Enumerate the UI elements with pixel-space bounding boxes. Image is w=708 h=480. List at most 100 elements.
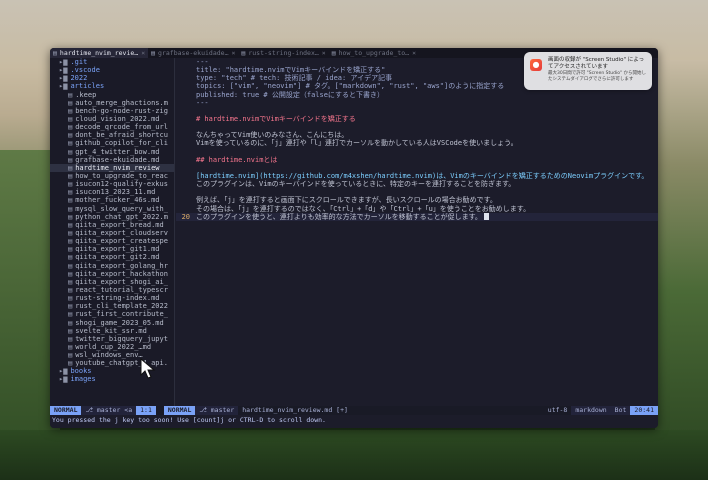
tree-file[interactable]: ▤ qiita_export_git1.md [50, 245, 174, 253]
close-icon[interactable]: × [322, 49, 326, 57]
tree-item-label: auto_merge_ghactions.m [75, 98, 168, 107]
tree-file[interactable]: ▤ qiita_export_git2.md [50, 253, 174, 261]
command-line-message[interactable]: You pressed the j key too soon! Use [cou… [50, 415, 658, 428]
tree-file[interactable]: ▤ grafbase-ekuidade.md [50, 156, 174, 164]
tree-file[interactable]: ▤ qiita_export_golang_hr [50, 262, 174, 270]
line-text: このプラグインは、Vimのキーバインドを使っているときに、特定のキーを連打するこ… [196, 180, 516, 189]
tree-file[interactable]: ▤ auto_merge_ghactions.m [50, 99, 174, 107]
tree-file[interactable]: ▤ twitter_bigquery_jupyt [50, 335, 174, 343]
tree-item-label: qiita_export_createspe [75, 237, 168, 246]
tree-folder[interactable]: ▸▆ 2022 [50, 74, 174, 82]
tree-item-label: qiita_export_golang_hr [75, 261, 168, 270]
tree-file[interactable]: ▤ qiita_export_hackathon [50, 270, 174, 278]
buffer-tab-label: grafbase-ekuidade… [158, 49, 229, 57]
buffer-tab[interactable]: ▤ grafbase-ekuidade… × [148, 48, 238, 58]
file-icon: ▤ [331, 49, 336, 57]
editor-line[interactable] [176, 164, 658, 172]
file-icon: ▤ [68, 131, 73, 140]
editor-line[interactable]: Vimを使っているのに、「j」連打や「l」連打でカーソルを動かしている人はVSC… [176, 139, 658, 147]
tree-file[interactable]: ▤ mother_fucker_46s.md [50, 196, 174, 204]
editor-pane[interactable]: --- title: "hardtime.nvimでVimキーバインドを矯正する"… [176, 58, 658, 406]
git-branch-icon: ⎇ [199, 406, 211, 414]
cursor-position: 20:41 [630, 406, 658, 415]
tree-file[interactable]: ▤ qiita_export_bread.md [50, 221, 174, 229]
close-icon[interactable]: × [141, 49, 145, 57]
tree-folder[interactable]: ▸▆ .git [50, 58, 174, 66]
tree-file[interactable]: ▤ rust-string-index.md [50, 294, 174, 302]
tree-item-label: wsl_windows_env… [75, 351, 143, 360]
line-text: このプラグインを使うと、連打よりも効率的な方法でカーソルを移動することが促します… [196, 212, 482, 221]
editor-line[interactable] [176, 148, 658, 156]
tree-item-label: .git [70, 58, 88, 66]
editor-line[interactable]: なんちゃってVim使いのみなさん、こんにちは。 [176, 131, 658, 139]
editor-line[interactable]: ## hardtime.nvimとは [176, 156, 658, 164]
screen-recording-notification[interactable]: ● 画面の収録が "Screen Studio" によってアクセスされています … [524, 52, 652, 90]
editor-line[interactable]: [hardtime.nvim](https://github.com/m4xsh… [176, 172, 658, 180]
tree-item-label: rust_cli_template_2022 [75, 302, 168, 311]
file-icon: ▤ [68, 245, 73, 254]
buffer-tab[interactable]: ▤ how_to_upgrade_to… × [329, 48, 419, 58]
file-icon: ▤ [68, 269, 73, 278]
editor-line[interactable]: --- [176, 99, 658, 107]
tree-file[interactable]: ▤ .keep [50, 91, 174, 99]
tree-file[interactable]: ▤ python_chat_gpt_2022.m [50, 213, 174, 221]
tree-file[interactable]: ▤ how_to_upgrade_to_reac [50, 172, 174, 180]
folder-icon: ▸▆ [59, 74, 68, 83]
tree-file[interactable]: ▤ qiita_export_cloudserv [50, 229, 174, 237]
wallpaper-hill-right [655, 60, 708, 480]
editor-line[interactable] [176, 123, 658, 131]
tree-file[interactable]: ▤ shogi_game_2023_05.md [50, 319, 174, 327]
editor-line[interactable]: 例えば、「j」を連打すると画面下にスクロールできますが、長いスクロールの場合お勧… [176, 196, 658, 204]
text-cursor [483, 213, 489, 221]
editor-line[interactable]: このプラグインは、Vimのキーバインドを使っているときに、特定のキーを連打するこ… [176, 180, 658, 188]
notification-body: 最大30日間で許可 "Screen Studio" から開始したシステムダイアロ… [548, 71, 646, 82]
line-text: Vimを使っているのに、「j」連打や「l」連打でカーソルを動かしている人はVSC… [196, 139, 518, 148]
line-text: --- [196, 58, 209, 66]
tree-file[interactable]: ▤ react_tutorial_typescr [50, 286, 174, 294]
editor-line[interactable]: published: true # 公開設定（falseにすると下書き） [176, 91, 658, 99]
tree-file[interactable]: ▤ dont_be_afraid_shortcu [50, 131, 174, 139]
tree-file[interactable]: ▤ mysql_slow_query_with_ [50, 205, 174, 213]
tree-file[interactable]: ▤ qiita_export_shogi_ai_ [50, 278, 174, 286]
encoding: utf-8 [547, 406, 568, 414]
file-icon: ▤ [68, 261, 73, 270]
tree-file[interactable]: ▤ hardtime_nvim_review [50, 163, 174, 172]
close-icon[interactable]: × [412, 49, 416, 57]
file-icon: ▤ [68, 188, 73, 197]
file-icon: ▤ [68, 228, 73, 237]
tree-file[interactable]: ▤ gpt_4_twitter_bow.md [50, 148, 174, 156]
tree-file[interactable]: ▤ qiita_export_createspe [50, 237, 174, 245]
file-icon: ▤ [68, 302, 73, 311]
editor-line[interactable]: その場合は、「j」を連打するのではなく、「Ctrl」+「d」や「Ctrl」+「u… [176, 205, 658, 213]
editor-line[interactable]: # hardtime.nvimでVimキーバインドを矯正する [176, 115, 658, 123]
git-branch-icon: ⎇ [85, 406, 97, 414]
tree-item-label: rust_first_contribute_ [75, 310, 168, 319]
tree-file[interactable]: ▤ decode_qrcode_from_url [50, 123, 174, 131]
split-divider[interactable] [174, 58, 175, 406]
buffer-tab[interactable]: ▤ hardtime_nvim_revie… × [50, 48, 149, 58]
tree-file[interactable]: ▤ svelte_kit_ssr.md [50, 327, 174, 335]
tree-file[interactable]: ▤ rust_first_contribute_ [50, 310, 174, 318]
tree-file[interactable]: ▤ isucon12-qualify-exkus [50, 180, 174, 188]
editor-line[interactable]: 20 このプラグインを使うと、連打よりも効率的な方法でカーソルを移動することが促し… [176, 212, 658, 221]
tree-item-label: articles [70, 82, 105, 91]
tree-item-label: qiita_export_git2.md [75, 253, 160, 262]
folder-icon: ▸▆ [59, 375, 68, 384]
tree-file[interactable]: ▤ cloud_vision_2022.md [50, 115, 174, 123]
file-tree[interactable]: ▸▆ .git ▸▆ .vscode ▸▆ 2022 ▸▆ articles ▤ .keep ▤ au… [50, 58, 174, 406]
editor-line[interactable] [176, 107, 658, 115]
editor-line[interactable] [176, 188, 658, 196]
close-icon[interactable]: × [232, 49, 236, 57]
tree-folder[interactable]: ▸▆ articles [50, 82, 174, 90]
tree-file[interactable]: ▤ rust_cli_template_2022 [50, 302, 174, 310]
tree-file[interactable]: ▤ world_cup_2022_…md [50, 343, 174, 351]
tree-file[interactable]: ▤ isucon13_2023_11.md [50, 188, 174, 196]
tree-item-label: 2022 [70, 74, 88, 83]
tree-file[interactable]: ▤ bench-go-node-rust-zig [50, 107, 174, 115]
line-number: 20 [181, 212, 190, 221]
tree-folder[interactable]: ▸▆ .vscode [50, 66, 174, 74]
buffer-tab[interactable]: ▤ rust-string-index… × [238, 48, 328, 58]
line-text: その場合は、「j」を連打するのではなく、「Ctrl」+「d」や「Ctrl」+「u… [196, 204, 531, 213]
tree-file[interactable]: ▤ github_copilot_for_cli [50, 139, 174, 147]
screen-studio-icon: ● [530, 59, 542, 71]
